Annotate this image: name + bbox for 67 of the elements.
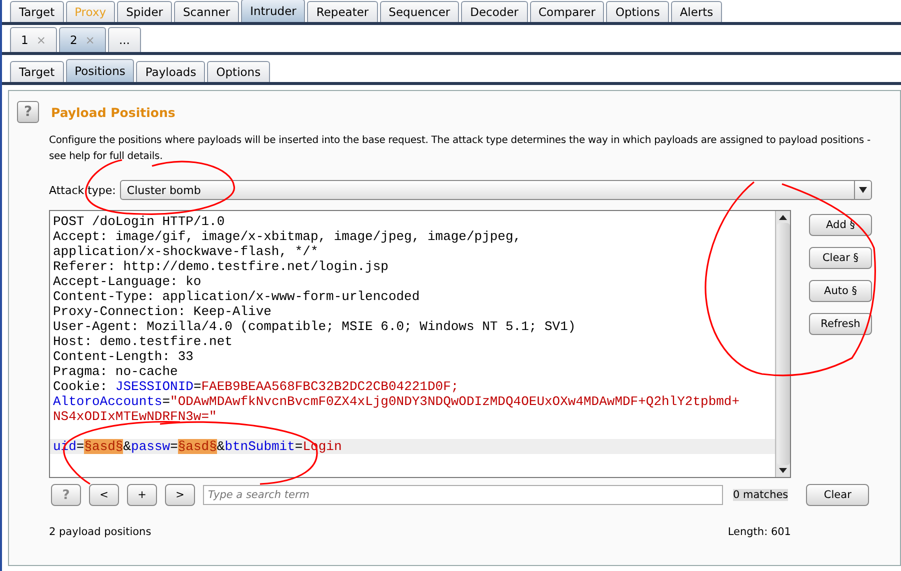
next-button[interactable]: > (165, 484, 195, 506)
attack-tab[interactable]: 1 × (10, 27, 57, 52)
request-text: Proxy-Connection: Keep-Alive (53, 304, 272, 319)
request-text: = (193, 379, 202, 394)
request-text: passw (131, 439, 170, 454)
tool-tab[interactable]: Intruder (241, 0, 306, 22)
position-button[interactable]: Clear § (809, 247, 872, 269)
sub-tab[interactable]: Target (10, 61, 64, 82)
scroll-up-icon[interactable] (779, 215, 787, 220)
request-text: = (294, 439, 303, 454)
request-text: & (123, 439, 132, 454)
request-text: = (162, 394, 170, 409)
tool-tab[interactable]: Comparer (530, 1, 604, 22)
request-text: & (216, 439, 225, 454)
match-count: 0 matches (733, 489, 788, 501)
tool-tab[interactable]: Spider (117, 1, 172, 22)
request-editor[interactable] (49, 210, 791, 478)
tool-tab[interactable]: Repeater (307, 1, 378, 22)
sub-tab[interactable]: Positions (66, 59, 134, 82)
request-text: User-Agent: Mozilla/4.0 (compatible; MSIE 6.0; Windows NT 5.1; SV1) (53, 319, 576, 334)
request-length: Length: 601 (728, 526, 791, 538)
attack-type-dropdown[interactable]: Cluster bomb (120, 180, 872, 200)
tool-tab[interactable]: Options (606, 1, 669, 22)
payload-marker: §asd§ (178, 439, 217, 454)
request-text: = (170, 439, 178, 454)
request-text: btnSubmit (224, 439, 295, 454)
request-text: Host: demo.testfire.net (53, 334, 232, 349)
tool-tab[interactable]: Target (10, 1, 64, 22)
tool-tab[interactable]: Alerts (670, 1, 722, 22)
help-button[interactable]: ? (17, 101, 39, 123)
request-text: POST /doLogin HTTP/1.0 (53, 214, 225, 229)
request-text: Cookie: (53, 379, 109, 394)
position-button[interactable]: Auto § (809, 280, 872, 302)
request-text: FAEB9BEAA568FBC32B2DC2CB04221D0F; (201, 379, 459, 394)
request-text: Pragma: no-cache (53, 364, 178, 379)
position-button[interactable]: Refresh (809, 313, 872, 335)
request-text: Accept-Language: ko (53, 274, 202, 289)
previous-button[interactable]: < (89, 484, 119, 506)
tool-tab[interactable]: Scanner (174, 1, 240, 22)
scroll-thumb[interactable] (776, 223, 790, 465)
attack-type-label: Attack type: (49, 184, 116, 196)
request-text: Content-Length: 33 (53, 349, 194, 364)
scroll-down-icon[interactable] (779, 468, 787, 473)
request-text: JSESSIONID (115, 379, 194, 394)
request-text: AltoroAccounts (53, 394, 162, 409)
add-button[interactable]: + (127, 484, 157, 506)
request-text: NS4xODIxMTEwNDRFN3w=" (53, 409, 217, 424)
clear-button[interactable]: Clear (806, 484, 870, 506)
search-field[interactable]: Type a search term (203, 485, 723, 505)
request-text: = (76, 439, 84, 454)
payload-count: 2 payload positions (49, 526, 152, 538)
tool-tab[interactable]: Sequencer (380, 1, 460, 22)
payload-marker: §asd§ (84, 439, 124, 454)
request-text: Content-Type: application/x-www-form-urlencoded (53, 289, 420, 304)
tool-tab[interactable]: Decoder (461, 1, 528, 22)
description-text: Configure the positions where payloads will be inserted into the base request. The attack type determines the way in which payloads are assigned to payload positions - see help for full details. (49, 134, 872, 164)
request-text: Accept: image/gif, image/x-xbitmap, image/jpeg, image/pjpeg, (53, 229, 522, 244)
attack-tab[interactable]: ... (108, 27, 141, 52)
sub-tab[interactable]: Payloads (136, 61, 206, 82)
panel-title: Payload Positions (51, 104, 176, 120)
request-text: Referer: http://demo.testfire.net/login.jsp (53, 259, 388, 274)
attack-tab[interactable]: 2 × (58, 27, 106, 52)
request-text: application/x-shockwave-flash, */* (53, 244, 318, 259)
request-text: "ODAwMDAwfkNvcnBvcmF0ZX4xLjg0NDY3NDQwODIzMDQ4OEUxOXw4MDAwMDF+Q2hlY2tpbmd+ (170, 394, 740, 409)
dropdown-arrow-icon (859, 187, 867, 193)
sub-tab[interactable]: Options (207, 61, 270, 82)
scrollbar[interactable] (775, 211, 790, 477)
